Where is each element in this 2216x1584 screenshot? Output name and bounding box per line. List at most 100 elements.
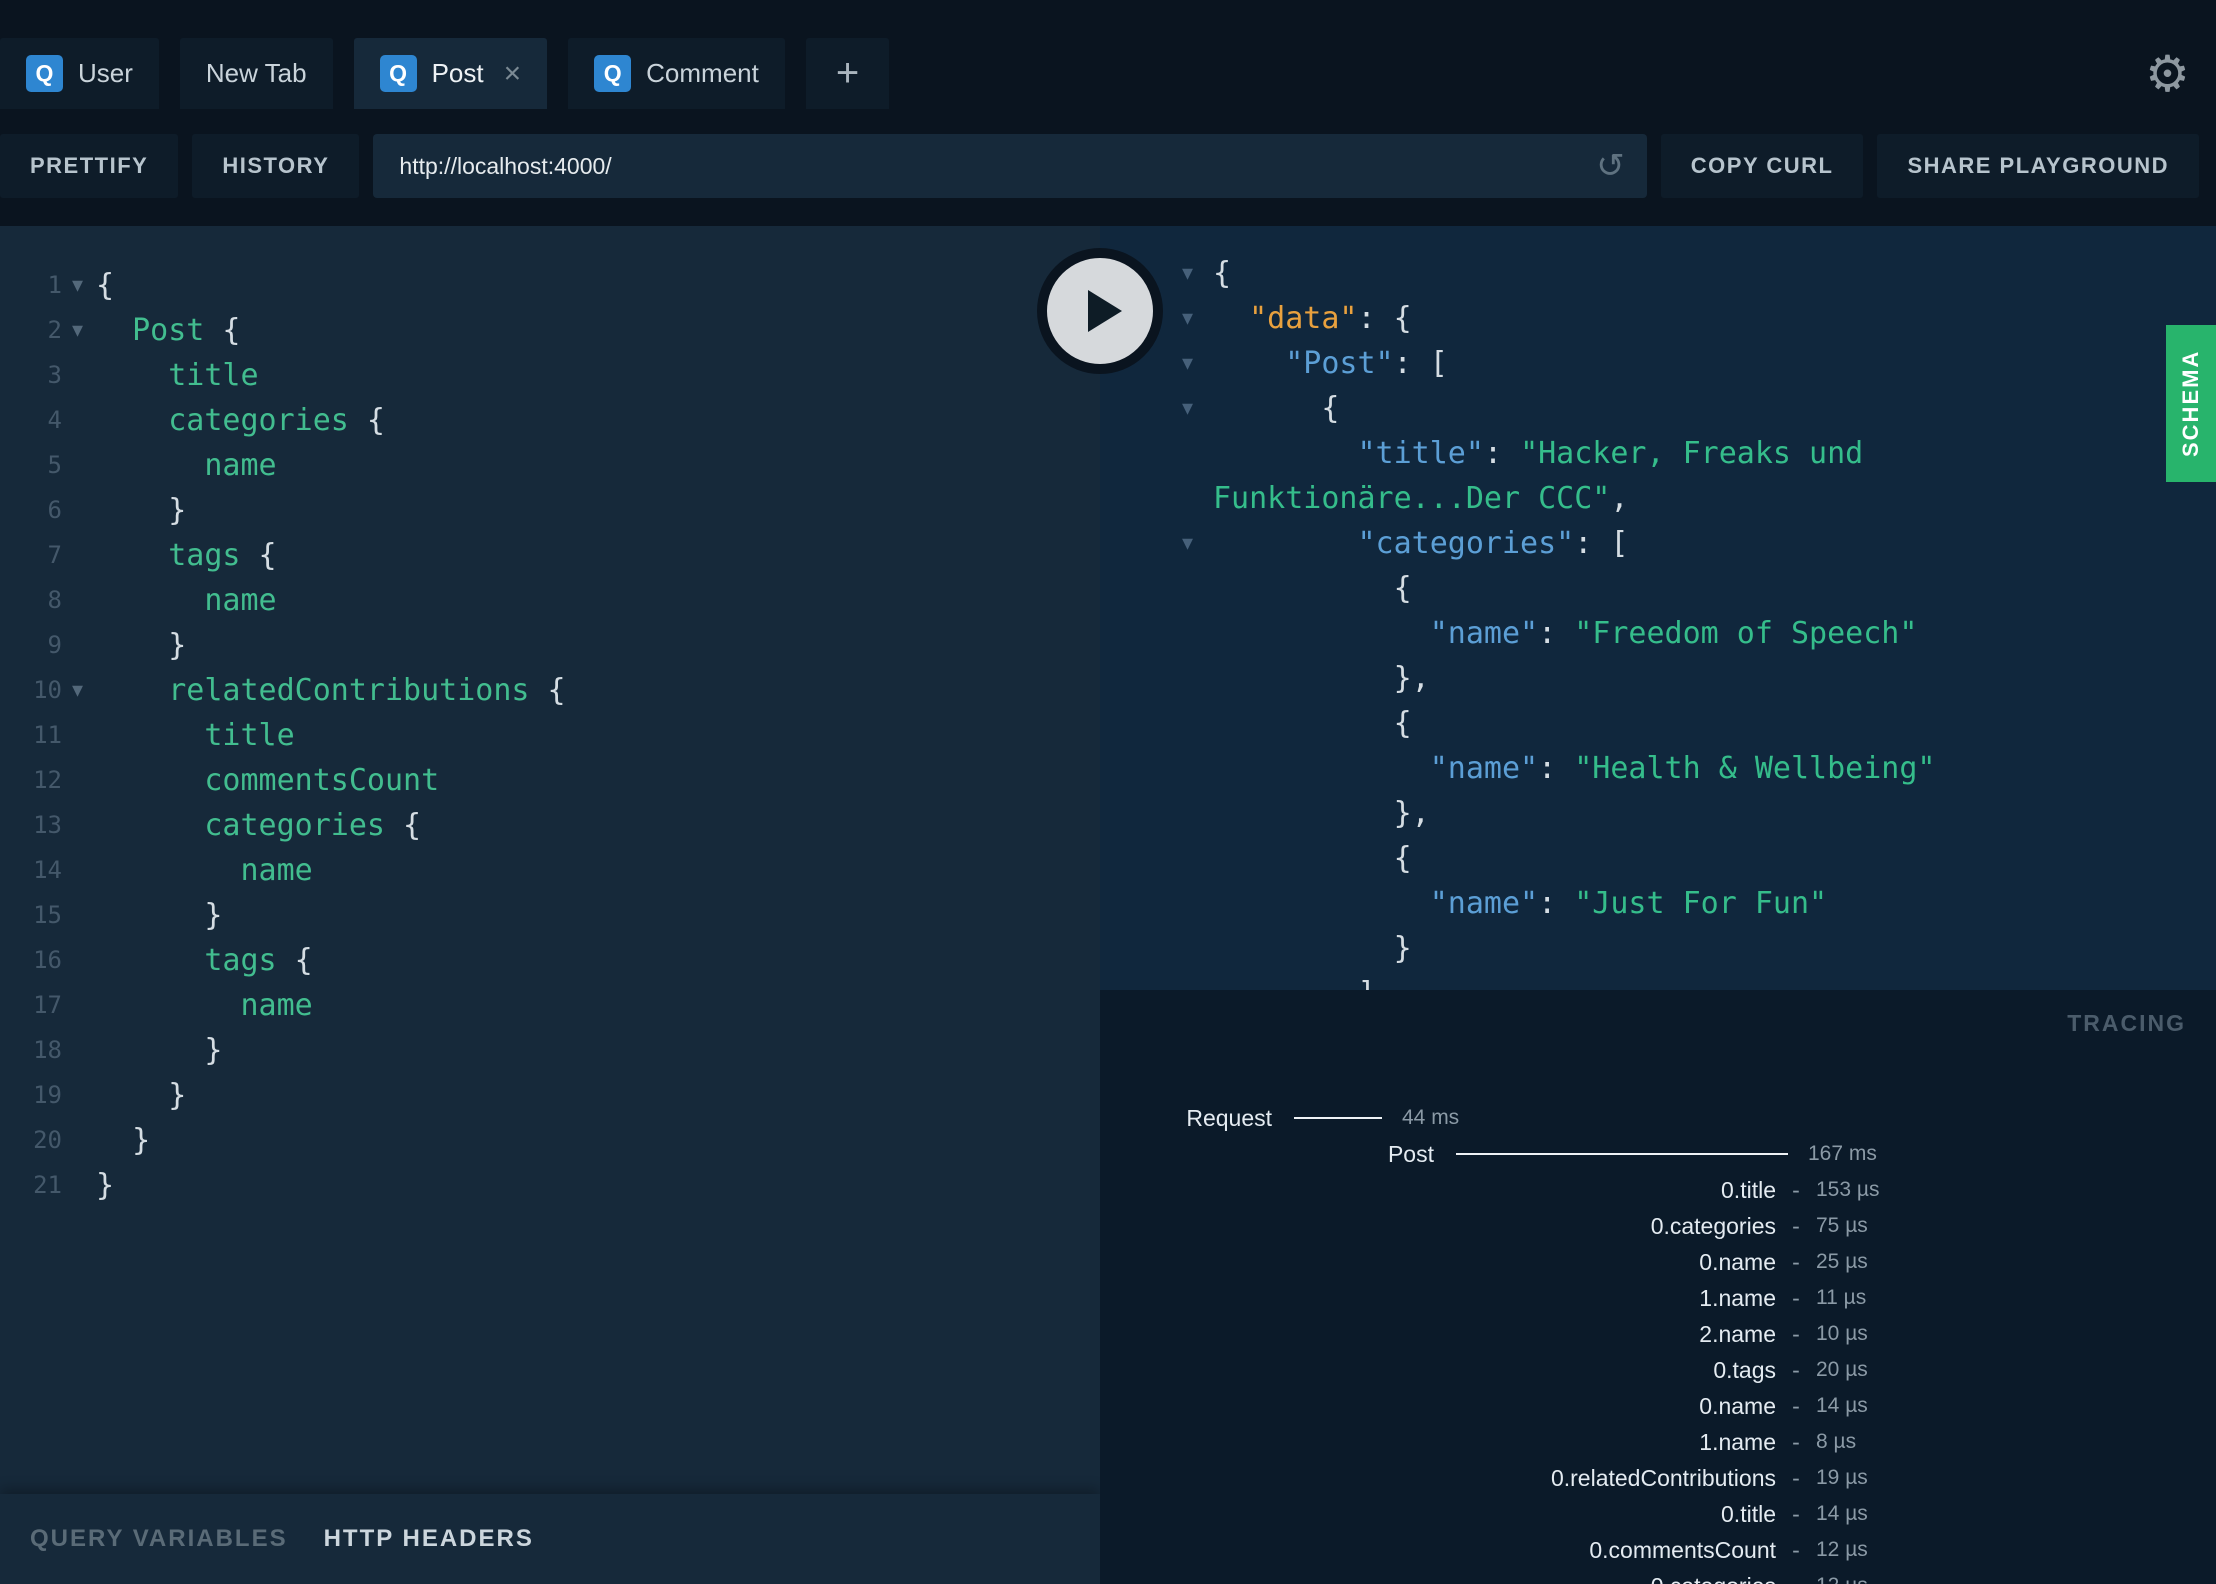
code-text: } xyxy=(96,1123,151,1158)
editor-line: 18 } xyxy=(0,1028,1100,1073)
copy-curl-button[interactable]: COPY CURL xyxy=(1660,134,1864,198)
tracing-time: 8 µs xyxy=(1816,1430,1857,1453)
line-number: 18 xyxy=(33,1036,62,1064)
code-text: name xyxy=(96,448,277,483)
tab-comment[interactable]: Q Comment xyxy=(568,38,785,109)
fold-arrow-icon[interactable]: ▾ xyxy=(72,263,83,308)
tracing-bar xyxy=(1456,1153,1788,1155)
editor-line: 20 } xyxy=(0,1118,1100,1163)
tracing-label: 0.name xyxy=(1699,1248,1776,1275)
tab-label: Post xyxy=(431,58,484,88)
editor-line: 8 name xyxy=(0,578,1100,623)
tracing-time: 14 µs xyxy=(1816,1502,1868,1525)
query-editor-pane: 1 ▾{2 ▾ Post {3 title 4 categories {5 name 6… xyxy=(0,226,1100,1584)
tab-label: New Tab xyxy=(205,58,307,88)
response-line: { xyxy=(1100,566,2216,611)
tracing-time: 14 µs xyxy=(1816,1394,1868,1417)
editor-line: 21} xyxy=(0,1163,1100,1208)
reload-icon[interactable]: ↺ xyxy=(1596,134,1625,198)
response-line: "name": "Freedom of Speech" xyxy=(1100,611,2216,656)
tracing-label: 0.title xyxy=(1721,1176,1776,1203)
code-text: title xyxy=(96,358,259,393)
tracing-row: 0.categories-12 µs xyxy=(1100,1568,2216,1584)
code-text: "data": { xyxy=(1249,301,1412,336)
tracing-time: 153 µs xyxy=(1816,1178,1880,1201)
tab-user[interactable]: Q User xyxy=(0,38,159,109)
tracing-row: 2.name -10 µs xyxy=(1100,1316,2216,1352)
url-input[interactable] xyxy=(373,134,1647,198)
fold-arrow-icon[interactable]: ▾ xyxy=(72,308,83,353)
tab-bar: Q User New Tab Q Post × Q Comment + xyxy=(0,38,890,109)
code-text: "categories": [ xyxy=(1357,526,1629,561)
code-text: { xyxy=(1213,391,1340,426)
tracing-label: Post xyxy=(1387,1140,1434,1167)
response-line: "title": "Hacker, Freaks und xyxy=(1100,431,2216,476)
code-text: } xyxy=(96,1078,187,1113)
code-text: Post { xyxy=(96,313,241,348)
line-number: 16 xyxy=(33,946,62,974)
fold-arrow-icon[interactable]: ▾ xyxy=(1182,386,1193,431)
editor-line: 14 name xyxy=(0,848,1100,893)
tracing-time: 10 µs xyxy=(1816,1322,1868,1345)
fold-arrow-icon[interactable]: ▾ xyxy=(1182,521,1193,566)
tracing-label: 0.tags xyxy=(1713,1356,1776,1383)
line-number: 2 xyxy=(47,316,62,344)
query-editor[interactable]: 1 ▾{2 ▾ Post {3 title 4 categories {5 name 6… xyxy=(0,226,1100,1494)
schema-tab[interactable]: SCHEMA xyxy=(2166,325,2216,482)
code-text: "name": "Just For Fun" xyxy=(1429,886,1828,921)
tracing-row: 0.name -25 µs xyxy=(1100,1244,2216,1280)
code-text: }, xyxy=(1213,661,1430,696)
share-playground-button[interactable]: SHARE PLAYGROUND xyxy=(1877,134,2199,198)
dash-icon: - xyxy=(1792,1176,1800,1203)
tab-post[interactable]: Q Post × xyxy=(353,38,548,109)
code-text: title xyxy=(96,718,295,753)
response-line: ▾ "Post": [ xyxy=(1100,341,2216,386)
editor-line: 16 tags { xyxy=(0,938,1100,983)
tracing-bar xyxy=(1294,1117,1382,1119)
line-number: 6 xyxy=(47,496,62,524)
line-number: 3 xyxy=(47,361,62,389)
code-text: "Post": [ xyxy=(1285,346,1448,381)
line-number: 13 xyxy=(33,811,62,839)
history-button[interactable]: HISTORY xyxy=(192,134,360,198)
response-line: ] xyxy=(1100,971,2216,990)
editor-line: 7 tags { xyxy=(0,533,1100,578)
response-pane: ▾{▾ "data": {▾ "Post": [▾ { "title": "Ha… xyxy=(1100,226,2216,1584)
fold-arrow-icon[interactable]: ▾ xyxy=(72,668,83,713)
response-line: ▾ "categories": [ xyxy=(1100,521,2216,566)
http-headers-tab[interactable]: HTTP HEADERS xyxy=(324,1525,534,1553)
code-text: relatedContributions { xyxy=(96,673,566,708)
prettify-button[interactable]: PRETTIFY xyxy=(0,134,179,198)
query-badge-icon: Q xyxy=(594,55,632,92)
code-text: { xyxy=(96,268,115,303)
execute-button[interactable] xyxy=(1037,248,1163,374)
fold-arrow-icon[interactable]: ▾ xyxy=(1182,341,1193,386)
code-text: name xyxy=(96,988,313,1023)
query-variables-tab[interactable]: QUERY VARIABLES xyxy=(30,1525,288,1553)
editor-line: 3 title xyxy=(0,353,1100,398)
dash-icon: - xyxy=(1792,1212,1800,1239)
dash-icon: - xyxy=(1792,1464,1800,1491)
response-line: }, xyxy=(1100,656,2216,701)
tracing-row: 0.categories -75 µs xyxy=(1100,1208,2216,1244)
tab-new-tab[interactable]: New Tab xyxy=(179,38,333,109)
code-text: tags { xyxy=(96,943,313,978)
dash-icon: - xyxy=(1792,1428,1800,1455)
fold-arrow-icon[interactable]: ▾ xyxy=(1182,251,1193,296)
line-number: 5 xyxy=(47,451,62,479)
response-line: Funktionäre...Der CCC", xyxy=(1100,476,2216,521)
tracing-row: 0.commentsCount -12 µs xyxy=(1100,1532,2216,1568)
line-number: 9 xyxy=(47,631,62,659)
tracing-time: 44 ms xyxy=(1402,1106,1460,1129)
fold-arrow-icon[interactable]: ▾ xyxy=(1182,296,1193,341)
tracing-label: 0.categories xyxy=(1650,1212,1776,1239)
editor-line: 6 } xyxy=(0,488,1100,533)
editor-line: 19 } xyxy=(0,1073,1100,1118)
new-tab-button[interactable]: + xyxy=(805,38,890,109)
close-tab-icon[interactable]: × xyxy=(504,58,522,89)
settings-gear-icon[interactable]: ⚙ xyxy=(2145,38,2190,109)
dash-icon: - xyxy=(1792,1536,1800,1563)
line-number: 14 xyxy=(33,856,62,884)
response-viewer: ▾{▾ "data": {▾ "Post": [▾ { "title": "Ha… xyxy=(1100,226,2216,990)
code-text: { xyxy=(1213,571,1412,606)
